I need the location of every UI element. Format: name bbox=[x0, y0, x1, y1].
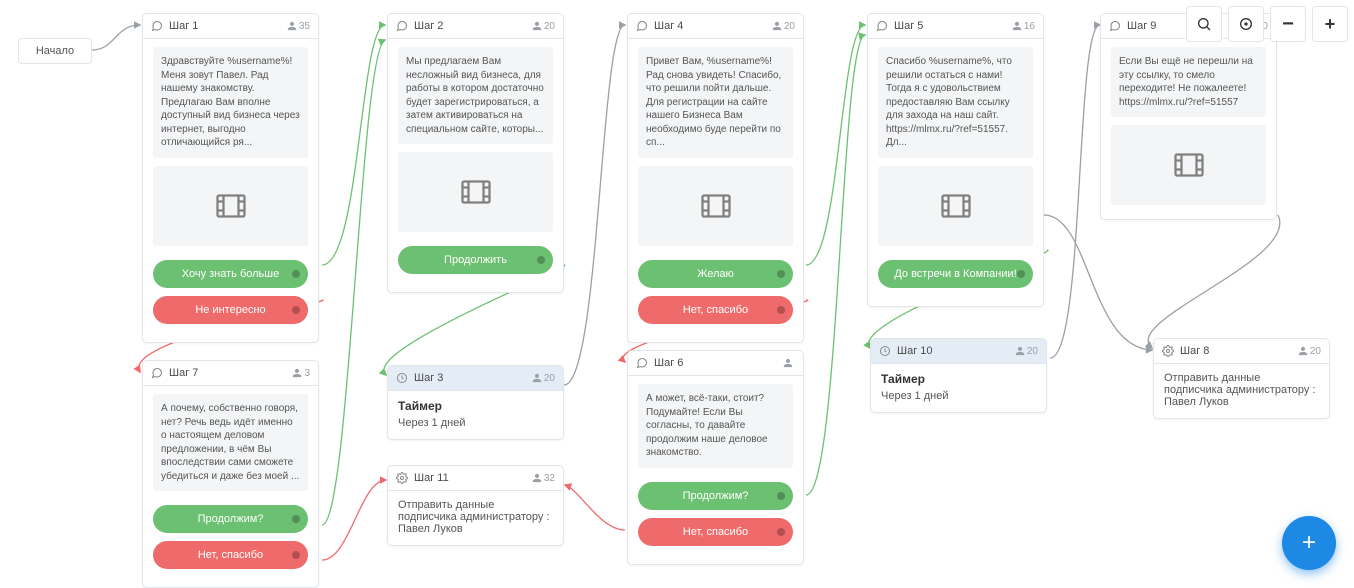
card-count: 35 bbox=[287, 21, 310, 32]
chat-icon bbox=[151, 367, 163, 379]
card-count: 3 bbox=[292, 368, 310, 379]
button-not-interested[interactable]: Не интересно bbox=[153, 296, 308, 324]
minus-icon: − bbox=[1282, 13, 1294, 36]
timer-title: Таймер bbox=[398, 399, 553, 413]
card-count: 20 bbox=[1015, 346, 1038, 357]
clock-icon bbox=[879, 345, 891, 357]
button-wish[interactable]: Желаю bbox=[638, 260, 793, 288]
card-header: Шаг 11 32 bbox=[388, 466, 563, 491]
message-text: Здравствуйте %username%! Меня зовут Паве… bbox=[153, 47, 308, 158]
button-no-thanks[interactable]: Нет, спасибо bbox=[638, 518, 793, 546]
message-text: А почему, собственно говоря, нет? Речь в… bbox=[153, 394, 308, 491]
card-step-8[interactable]: Шаг 8 20 Отправить данные подписчика адм… bbox=[1153, 338, 1330, 419]
chat-icon bbox=[636, 20, 648, 32]
card-step-2[interactable]: Шаг 2 20 Мы предлагаем Вам несложный вид… bbox=[387, 13, 564, 293]
card-header: Шаг 10 20 bbox=[871, 339, 1046, 364]
card-header: Шаг 6 bbox=[628, 351, 803, 376]
card-title: Шаг 11 bbox=[414, 472, 532, 484]
card-step-4[interactable]: Шаг 4 20 Привет Вам, %username%! Рад сно… bbox=[627, 13, 804, 343]
search-icon bbox=[1196, 16, 1212, 32]
chat-icon bbox=[636, 357, 648, 369]
chat-icon bbox=[876, 20, 888, 32]
card-title: Шаг 1 bbox=[169, 20, 287, 32]
button-continue-q[interactable]: Продолжим? bbox=[638, 482, 793, 510]
gears-icon bbox=[396, 472, 408, 484]
card-header: Шаг 7 3 bbox=[143, 361, 318, 386]
card-count: 16 bbox=[1012, 21, 1035, 32]
card-header: Шаг 3 20 bbox=[388, 366, 563, 391]
card-title: Шаг 8 bbox=[1180, 345, 1298, 357]
button-no-thanks[interactable]: Нет, спасибо bbox=[638, 296, 793, 324]
card-header: Шаг 1 35 bbox=[143, 14, 318, 39]
card-title: Шаг 7 bbox=[169, 367, 292, 379]
card-header: Шаг 8 20 bbox=[1154, 339, 1329, 364]
media-placeholder bbox=[153, 166, 308, 246]
card-title: Шаг 5 bbox=[894, 20, 1012, 32]
media-placeholder bbox=[398, 152, 553, 232]
search-button[interactable] bbox=[1186, 6, 1222, 42]
timer-subtitle: Через 1 дней bbox=[881, 390, 1036, 402]
card-step-5[interactable]: Шаг 5 16 Спасибо %username%, что решили … bbox=[867, 13, 1044, 307]
add-step-fab[interactable]: + bbox=[1282, 516, 1336, 570]
button-continue-q[interactable]: Продолжим? bbox=[153, 505, 308, 533]
media-placeholder bbox=[878, 166, 1033, 246]
card-step-1[interactable]: Шаг 1 35 Здравствуйте %username%! Меня з… bbox=[142, 13, 319, 343]
card-title: Шаг 3 bbox=[414, 372, 532, 384]
card-step-9[interactable]: Шаг 9 20 Если Вы ещё не перешли на эту с… bbox=[1100, 13, 1277, 220]
message-text: Если Вы ещё не перешли на эту ссылку, то… bbox=[1111, 47, 1266, 117]
card-step-3[interactable]: Шаг 3 20 Таймер Через 1 дней bbox=[387, 365, 564, 440]
plus-icon: + bbox=[1302, 529, 1316, 557]
zoom-out-button[interactable]: − bbox=[1270, 6, 1306, 42]
gears-icon bbox=[1162, 345, 1174, 357]
toolbar: − + bbox=[1186, 6, 1348, 42]
zoom-in-button[interactable]: + bbox=[1312, 6, 1348, 42]
media-placeholder bbox=[1111, 125, 1266, 205]
card-step-11[interactable]: Шаг 11 32 Отправить данные подписчика ад… bbox=[387, 465, 564, 546]
message-text: А может, всё-таки, стоит? Подумайте! Есл… bbox=[638, 384, 793, 468]
action-text: Отправить данные подписчика администрато… bbox=[398, 499, 553, 535]
card-count: 20 bbox=[772, 21, 795, 32]
card-title: Шаг 2 bbox=[414, 20, 532, 32]
card-count bbox=[783, 358, 795, 368]
start-node[interactable]: Начало bbox=[18, 38, 92, 64]
center-button[interactable] bbox=[1228, 6, 1264, 42]
card-header: Шаг 4 20 bbox=[628, 14, 803, 39]
timer-subtitle: Через 1 дней bbox=[398, 417, 553, 429]
card-count: 20 bbox=[532, 373, 555, 384]
start-label: Начало bbox=[36, 45, 74, 57]
card-step-7[interactable]: Шаг 7 3 А почему, собственно говоря, нет… bbox=[142, 360, 319, 588]
message-text: Мы предлагаем Вам несложный вид бизнеса,… bbox=[398, 47, 553, 144]
button-no-thanks[interactable]: Нет, спасибо bbox=[153, 541, 308, 569]
media-placeholder bbox=[638, 166, 793, 246]
card-header: Шаг 2 20 bbox=[388, 14, 563, 39]
message-text: Привет Вам, %username%! Рад снова увидет… bbox=[638, 47, 793, 158]
action-text: Отправить данные подписчика администрато… bbox=[1164, 372, 1319, 408]
button-see-you[interactable]: До встречи в Компании! bbox=[878, 260, 1033, 288]
target-icon bbox=[1238, 16, 1254, 32]
card-count: 32 bbox=[532, 473, 555, 484]
card-title: Шаг 10 bbox=[897, 345, 1015, 357]
card-step-6[interactable]: Шаг 6 А может, всё-таки, стоит? Подумайт… bbox=[627, 350, 804, 565]
timer-title: Таймер bbox=[881, 372, 1036, 386]
clock-icon bbox=[396, 372, 408, 384]
chat-icon bbox=[151, 20, 163, 32]
card-count: 20 bbox=[532, 21, 555, 32]
card-title: Шаг 6 bbox=[654, 357, 783, 369]
chat-icon bbox=[396, 20, 408, 32]
card-count: 20 bbox=[1298, 346, 1321, 357]
card-title: Шаг 4 bbox=[654, 20, 772, 32]
chat-icon bbox=[1109, 20, 1121, 32]
message-text: Спасибо %username%, что решили остаться … bbox=[878, 47, 1033, 158]
card-step-10[interactable]: Шаг 10 20 Таймер Через 1 дней bbox=[870, 338, 1047, 413]
plus-icon: + bbox=[1325, 14, 1336, 35]
card-header: Шаг 5 16 bbox=[868, 14, 1043, 39]
button-more[interactable]: Хочу знать больше bbox=[153, 260, 308, 288]
button-continue[interactable]: Продолжить bbox=[398, 246, 553, 274]
